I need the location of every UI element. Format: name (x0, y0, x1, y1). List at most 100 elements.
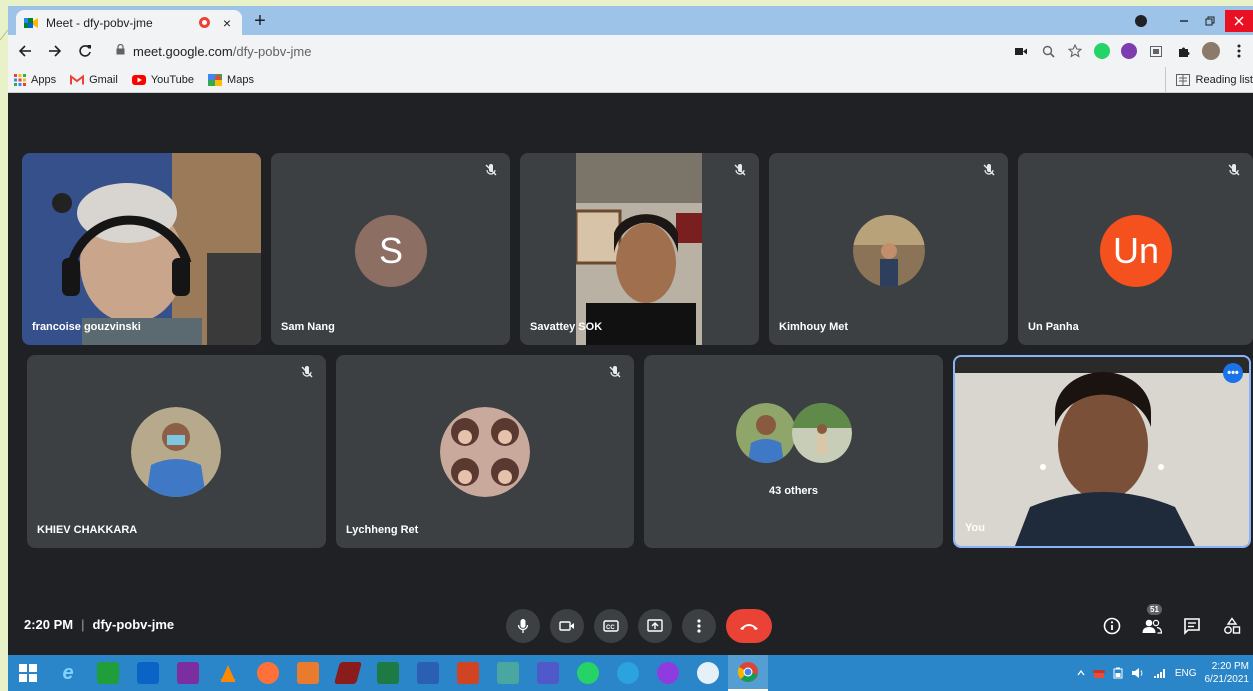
self-view-tile[interactable]: ••• You (953, 355, 1251, 548)
participant-count-badge: 51 (1147, 604, 1162, 615)
taskbar-chrome[interactable] (728, 655, 768, 691)
windows-logo-icon (19, 664, 37, 682)
taskbar-telegram[interactable] (608, 655, 648, 691)
restore-button[interactable] (1199, 10, 1221, 32)
zoom-icon[interactable] (1040, 43, 1056, 59)
start-button[interactable] (8, 655, 48, 691)
taskbar-firefox[interactable] (248, 655, 288, 691)
whatsapp-extension-icon[interactable] (1094, 43, 1110, 59)
extensions-puzzle-icon[interactable] (1175, 43, 1191, 59)
taskbar-acrobat[interactable] (288, 655, 328, 691)
bookmark-youtube[interactable]: YouTube (131, 73, 195, 86)
taskbar-teams[interactable] (528, 655, 568, 691)
activities-button[interactable] (1221, 615, 1243, 637)
gift-icon[interactable] (1092, 667, 1105, 679)
reading-list-label: Reading list (1195, 74, 1253, 86)
participant-tile[interactable]: KHIEV CHAKKARA (27, 355, 326, 548)
more-options-button[interactable] (682, 609, 716, 643)
mic-button[interactable] (506, 609, 540, 643)
participant-avatar (440, 407, 530, 497)
bookmark-star-icon[interactable] (1067, 43, 1083, 59)
participant-tile[interactable]: francoise gouzvinski (22, 153, 261, 345)
taskbar-store[interactable] (88, 655, 128, 691)
viber-extension-icon[interactable] (1121, 43, 1137, 59)
participant-tile[interactable]: Savattey SOK (520, 153, 759, 345)
more-menu-icon[interactable] (1231, 43, 1247, 59)
meeting-time: 2:20 PM (24, 617, 74, 632)
toolbar-actions (1013, 39, 1247, 63)
taskbar-outlook[interactable] (128, 655, 168, 691)
chat-icon (1184, 618, 1200, 635)
self-view-more-button[interactable]: ••• (1223, 363, 1243, 383)
reload-icon (79, 45, 91, 57)
tab-close-icon[interactable]: × (220, 15, 234, 31)
taskbar-whatsapp[interactable] (568, 655, 608, 691)
taskbar-clock[interactable]: 2:20 PM 6/21/2021 (1205, 660, 1250, 686)
messenger-icon (657, 662, 679, 684)
camera-button[interactable] (550, 609, 584, 643)
taskbar-excel[interactable] (368, 655, 408, 691)
bookmark-apps[interactable]: Apps (14, 73, 56, 86)
leave-call-button[interactable] (726, 609, 772, 643)
taskbar-onenote[interactable] (168, 655, 208, 691)
onenote-icon (177, 662, 199, 684)
screen: Meet - dfy-pobv-jme × + meet.google.com … (0, 0, 1253, 691)
swirl-app-icon (697, 662, 719, 684)
people-button[interactable]: 51 (1141, 604, 1163, 637)
bookmark-label: Gmail (89, 73, 118, 86)
taskbar-dictionary[interactable] (328, 655, 368, 691)
participant-tile[interactable]: Lychheng Ret (336, 355, 634, 548)
network-signal-icon[interactable] (1153, 667, 1167, 679)
taskbar-app[interactable] (688, 655, 728, 691)
taskbar-powerpoint[interactable] (448, 655, 488, 691)
window-close-button[interactable] (1225, 9, 1253, 32)
volume-icon[interactable] (1131, 667, 1145, 679)
activities-icon (1224, 617, 1241, 634)
address-bar[interactable]: meet.google.com/dfy-pobv-jme (116, 39, 996, 63)
chat-button[interactable] (1181, 615, 1203, 637)
reading-list-button[interactable]: Reading list (1164, 67, 1253, 93)
tab-search-icon[interactable] (1135, 14, 1147, 27)
meeting-side-actions: 51 (1101, 604, 1243, 637)
participant-tile[interactable]: Un Un Panha (1018, 153, 1253, 345)
taskbar-books[interactable] (488, 655, 528, 691)
participant-tile[interactable]: S Sam Nang (271, 153, 510, 345)
minimize-button[interactable] (1173, 10, 1195, 32)
captions-button[interactable]: CC (594, 609, 628, 643)
meet-favicon-icon (24, 17, 38, 28)
participant-avatar (131, 407, 221, 497)
camera-icon (559, 621, 574, 631)
taskbar-vlc[interactable] (208, 655, 248, 691)
show-hidden-icons-chevron-icon[interactable] (1077, 670, 1085, 676)
tab-meet[interactable]: Meet - dfy-pobv-jme × (16, 10, 242, 35)
hang-up-icon (740, 624, 758, 630)
minimize-icon (1180, 19, 1188, 22)
clock-date: 6/21/2021 (1204, 674, 1250, 685)
participant-avatar: S (355, 215, 427, 287)
forward-arrow-icon (49, 45, 62, 57)
taskbar-word[interactable] (408, 655, 448, 691)
back-button[interactable] (12, 38, 38, 64)
battery-icon[interactable] (1113, 667, 1123, 679)
new-tab-button[interactable]: + (250, 11, 270, 31)
present-button[interactable] (638, 609, 672, 643)
meeting-details-button[interactable] (1101, 615, 1123, 637)
others-tile[interactable]: 43 others (644, 355, 943, 548)
bookmark-maps[interactable]: Maps (208, 73, 254, 86)
tab-cast-icon[interactable] (1148, 43, 1164, 59)
input-language[interactable]: ENG (1175, 668, 1197, 679)
profile-avatar[interactable] (1202, 42, 1220, 60)
camera-in-use-icon[interactable] (1013, 43, 1029, 59)
forward-button[interactable] (42, 38, 68, 64)
books-icon (497, 662, 519, 684)
taskbar-messenger[interactable] (648, 655, 688, 691)
taskbar-internet-explorer[interactable]: e (48, 655, 88, 691)
present-screen-icon (647, 619, 663, 632)
reload-button[interactable] (72, 38, 98, 64)
telegram-icon (617, 662, 639, 684)
bookmark-label: YouTube (150, 73, 195, 86)
bookmark-gmail[interactable]: Gmail (70, 74, 118, 86)
info-icon (1103, 617, 1121, 635)
powerpoint-icon (457, 662, 479, 684)
participant-tile[interactable]: Kimhouy Met (769, 153, 1008, 345)
